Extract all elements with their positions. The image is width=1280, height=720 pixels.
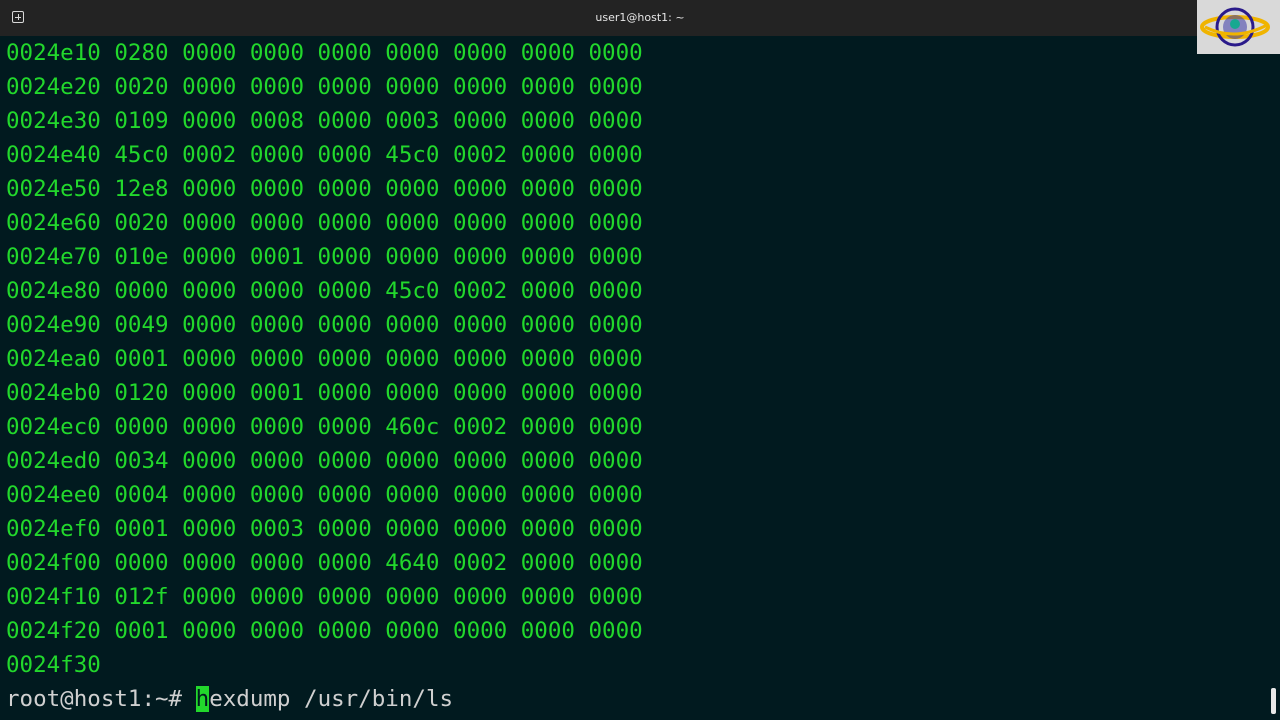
hexdump-line: 0024e10 0280 0000 0000 0000 0000 0000 00… [6,40,643,66]
hexdump-line: 0024e50 12e8 0000 0000 0000 0000 0000 00… [6,176,643,202]
hexdump-line: 0024eb0 0120 0000 0001 0000 0000 0000 00… [6,380,643,406]
shell-prompt: root@host1:~# [6,686,196,712]
terminal-output[interactable]: 0024e10 0280 0000 0000 0000 0000 0000 00… [0,36,1268,720]
vertical-scrollbar[interactable] [1268,54,1280,720]
hexdump-line: 0024ea0 0001 0000 0000 0000 0000 0000 00… [6,346,643,372]
hexdump-line: 0024f20 0001 0000 0000 0000 0000 0000 00… [6,618,643,644]
hexdump-line: 0024ec0 0000 0000 0000 0000 460c 0002 00… [6,414,643,440]
scrollbar-thumb[interactable] [1271,688,1276,714]
hexdump-line: 0024e80 0000 0000 0000 0000 45c0 0002 00… [6,278,643,304]
hexdump-line: 0024e40 45c0 0002 0000 0000 45c0 0002 00… [6,142,643,168]
hexdump-line: 0024ef0 0001 0000 0003 0000 0000 0000 00… [6,516,643,542]
hexdump-line: 0024ed0 0034 0000 0000 0000 0000 0000 00… [6,448,643,474]
command-text: exdump /usr/bin/ls [209,686,454,712]
hexdump-line: 0024e60 0020 0000 0000 0000 0000 0000 00… [6,210,643,236]
hexdump-line: 0024e30 0109 0000 0008 0000 0003 0000 00… [6,108,643,134]
hexdump-line: 0024f00 0000 0000 0000 0000 4640 0002 00… [6,550,643,576]
hexdump-line: 0024e90 0049 0000 0000 0000 0000 0000 00… [6,312,643,338]
window-title: user1@host1: ~ [595,11,685,24]
hexdump-line: 0024f10 012f 0000 0000 0000 0000 0000 00… [6,584,643,610]
command-line[interactable]: root@host1:~# hexdump /usr/bin/ls [6,682,453,716]
hexdump-line: 0024e20 0020 0000 0000 0000 0000 0000 00… [6,74,643,100]
terminal-window: user1@host1: ~ 0024e10 0280 0000 0000 00… [0,0,1280,720]
title-bar: user1@host1: ~ [0,0,1280,36]
hexdump-line: 0024ee0 0004 0000 0000 0000 0000 0000 00… [6,482,643,508]
hexdump-line: 0024f30 [6,652,101,678]
hexdump-line: 0024e70 010e 0000 0001 0000 0000 0000 00… [6,244,643,270]
text-cursor: h [195,686,210,712]
